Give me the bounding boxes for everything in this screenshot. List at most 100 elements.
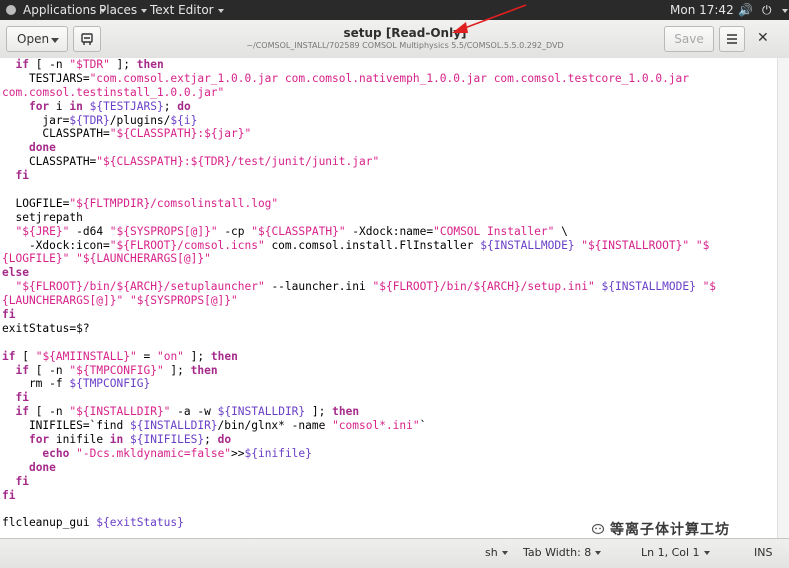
code-token: CLASSPATH= xyxy=(2,127,110,141)
code-token: [ -n xyxy=(28,58,70,71)
code-token: done xyxy=(28,141,56,155)
volume-icon[interactable]: 🔊 xyxy=(738,3,753,17)
chevron-down-icon xyxy=(501,551,508,555)
code-token: if xyxy=(15,58,29,71)
code-token: "${LAUNCHERARGS[@]}" xyxy=(76,252,211,266)
code-token: for xyxy=(28,99,50,113)
code-token: "${CLASSPATH}:${TDR}/test/junit/junit.ja… xyxy=(96,155,380,169)
code-token: then xyxy=(332,405,360,419)
applications-menu[interactable]: Applications xyxy=(23,3,107,17)
system-top-bar: Applications Places Text Editor Mon 17:4… xyxy=(0,0,789,20)
code-token: ]; xyxy=(183,349,211,363)
status-bar: sh Tab Width: 8 Ln 1, Col 1 INS xyxy=(0,538,789,568)
code-token: ${inifile} xyxy=(244,446,312,460)
code-token: inifile xyxy=(49,433,110,447)
chevron-down-icon xyxy=(217,8,224,13)
code-token: --launcher.ini xyxy=(264,280,373,294)
code-token: ${TMPCONFIG} xyxy=(69,377,151,391)
code-view[interactable]: if [ -n "$TDR" ]; then TESTJARS="com.com… xyxy=(0,58,777,530)
code-token: ${TDR} xyxy=(69,113,110,127)
code-token: -cp xyxy=(217,224,252,238)
chevron-down-icon xyxy=(703,551,710,555)
code-line: else xyxy=(2,266,777,280)
open-button[interactable]: Open xyxy=(6,26,68,52)
code-token: setjrepath xyxy=(2,210,83,224)
code-line: TESTJARS="com.comsol.extjar_1.0.0.jar co… xyxy=(2,72,777,86)
code-line: fi xyxy=(2,308,777,322)
code-line: com.comsol.testinstall_1.0.0.jar" xyxy=(2,86,777,100)
code-line: if [ "${AMIINSTALL}" = "on" ]; then xyxy=(2,350,777,364)
code-line: CLASSPATH="${CLASSPATH}:${jar}" xyxy=(2,127,777,141)
vertical-scrollbar[interactable] xyxy=(777,58,789,538)
power-icon[interactable]: ⏻ xyxy=(762,3,772,18)
code-token: i xyxy=(49,99,70,113)
code-token: else xyxy=(2,266,29,280)
code-token: then xyxy=(136,58,164,71)
code-token: "comsol*.ini" xyxy=(332,419,420,433)
code-token: ${INIFILES} xyxy=(130,433,205,447)
code-line: CLASSPATH="${CLASSPATH}:${TDR}/test/juni… xyxy=(2,155,777,169)
chevron-down-icon xyxy=(51,38,59,43)
code-token: com.comsol.install.FlInstaller xyxy=(264,238,481,252)
code-token: "$ xyxy=(695,238,710,252)
close-icon[interactable]: ✕ xyxy=(757,30,769,46)
code-line: echo "-Dcs.mkldynamic=false">>${inifile} xyxy=(2,447,777,461)
save-button[interactable]: Save xyxy=(664,26,714,52)
code-line: for inifile in ${INIFILES}; do xyxy=(2,433,777,447)
hamburger-menu-button[interactable] xyxy=(719,26,745,52)
applications-icon xyxy=(6,5,16,15)
code-token: [ -n xyxy=(28,363,70,377)
places-menu[interactable]: Places xyxy=(99,3,148,17)
text-editor-area[interactable]: if [ -n "$TDR" ]; then TESTJARS="com.com… xyxy=(0,58,777,538)
code-token: do xyxy=(217,433,232,447)
code-token: ]; xyxy=(305,405,333,419)
tab-width-selector[interactable]: Tab Width: 8 xyxy=(523,546,602,559)
hamburger-icon xyxy=(727,34,737,44)
clock[interactable]: Mon 17:42 xyxy=(670,3,734,17)
code-token: -d64 xyxy=(69,224,110,238)
code-token: /bin/glnx* -name xyxy=(217,419,333,433)
code-line: {LAUNCHERARGS[@]}" "${SYSPROPS[@]}" xyxy=(2,294,777,308)
code-token: ` xyxy=(419,419,427,433)
code-token: ; xyxy=(163,99,178,113)
code-token: fi xyxy=(2,488,16,502)
new-tab-button[interactable] xyxy=(73,26,101,52)
code-token: in xyxy=(109,433,124,447)
code-line: if [ -n "${TMPCONFIG}" ]; then xyxy=(2,364,777,378)
app-name-label: Text Editor xyxy=(150,3,214,17)
cursor-position[interactable]: Ln 1, Col 1 xyxy=(641,546,710,559)
code-line: jar=${TDR}/plugins/${i} xyxy=(2,114,777,128)
code-token: ]; xyxy=(163,363,191,377)
code-token: "${INSTALLDIR}" xyxy=(69,405,171,419)
insert-mode: INS xyxy=(754,546,773,559)
code-token: "$TDR" xyxy=(69,58,110,71)
code-token: rm -f xyxy=(2,377,70,391)
app-menu[interactable]: Text Editor xyxy=(150,3,224,17)
system-menu-chevron-icon[interactable] xyxy=(782,9,788,13)
code-token: = xyxy=(136,349,157,363)
code-token: "${FLROOT}/bin/${ARCH}/setup.ini" xyxy=(372,280,595,294)
code-line: done xyxy=(2,141,777,155)
code-token: LOGFILE= xyxy=(2,196,70,210)
code-token: "${CLASSPATH}" xyxy=(251,224,346,238)
code-line: if [ -n "$TDR" ]; then xyxy=(2,58,777,72)
code-token: ]; xyxy=(109,58,137,71)
code-token: [ xyxy=(15,349,36,363)
code-token: "${SYSPROPS[@]}" xyxy=(109,224,218,238)
code-token: ${INSTALLDIR} xyxy=(217,405,306,419)
code-token: echo xyxy=(42,446,70,460)
code-token: -Xdock:icon= xyxy=(2,238,110,252)
language-selector[interactable]: sh xyxy=(485,546,508,559)
